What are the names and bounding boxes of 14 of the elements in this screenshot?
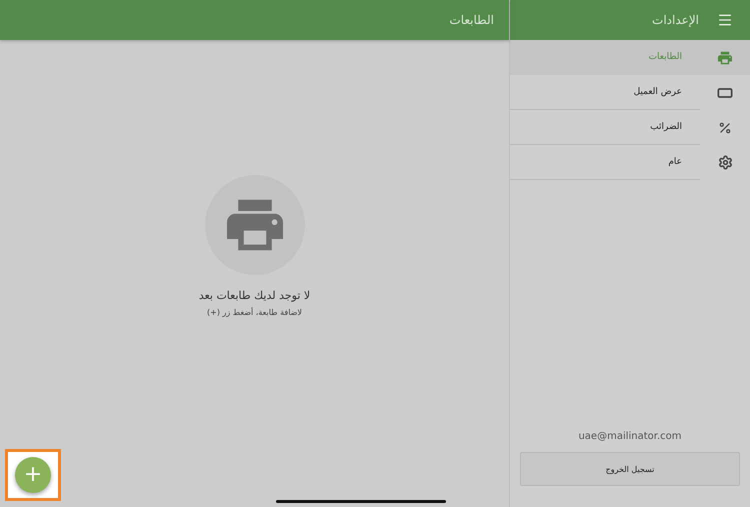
account-email: uae@mailinator.com xyxy=(577,431,683,442)
empty-title: لا توجد لديك طابعات بعد xyxy=(198,289,310,302)
settings-title: الإعدادات xyxy=(652,13,699,27)
settings-icon xyxy=(718,155,732,170)
sidebar-item[interactable]: عام xyxy=(510,145,750,180)
printer-icon xyxy=(718,50,732,64)
page-title: الطابعات xyxy=(449,13,494,27)
printer-icon xyxy=(226,197,282,253)
percent-icon xyxy=(718,120,732,134)
sidebar-item[interactable]: عرض العميل xyxy=(510,75,750,110)
logout-button[interactable]: تسجيل الخروج xyxy=(520,452,740,486)
empty-hint: لاضافة طابعة، أضغط زر (+) xyxy=(207,308,302,317)
menu-icon[interactable] xyxy=(717,12,733,28)
sidebar-item[interactable]: الضرائب xyxy=(510,110,750,145)
